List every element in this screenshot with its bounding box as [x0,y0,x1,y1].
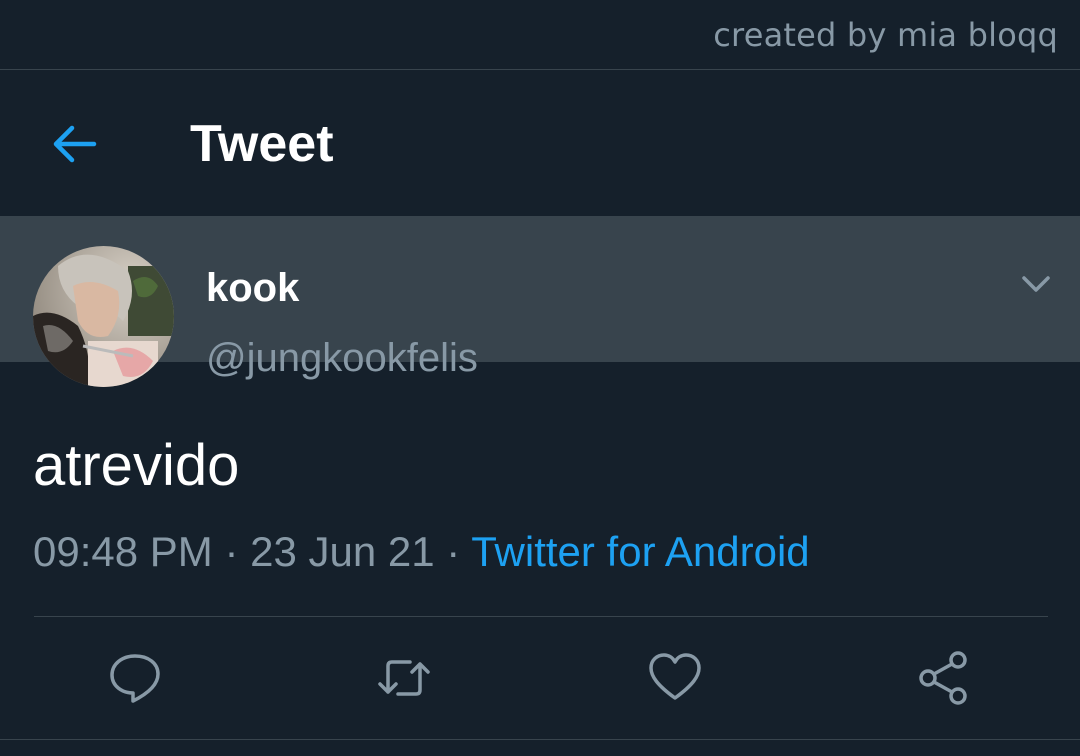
bottom-divider [0,739,1080,740]
user-handle[interactable]: @jungkookfelis [206,336,478,381]
action-bar [0,640,1080,720]
share-icon[interactable] [916,650,972,706]
header-bar: Tweet [0,70,1080,216]
chevron-down-icon[interactable] [1020,272,1052,296]
watermark-credit: created by mia bloqq [713,16,1058,54]
tweet-time: 09:48 PM [33,528,213,575]
retweet-icon[interactable] [376,650,432,706]
avatar-photo [33,246,174,387]
display-name[interactable]: kook [206,266,299,311]
tweet-source-link[interactable]: Twitter for Android [471,528,809,575]
meta-separator: · [434,528,472,575]
meta-divider [34,616,1048,617]
avatar[interactable] [33,246,174,387]
meta-separator: · [212,528,251,575]
tweet-meta: 09:48 PM · 23 Jun 21 · Twitter for Andro… [33,528,810,576]
page-title: Tweet [190,115,334,173]
tweet-date: 23 Jun 21 [250,528,435,575]
arrow-left-icon[interactable] [50,122,98,166]
tweet-text: atrevido [33,433,240,498]
reply-icon[interactable] [107,650,163,706]
like-icon[interactable] [647,650,703,706]
